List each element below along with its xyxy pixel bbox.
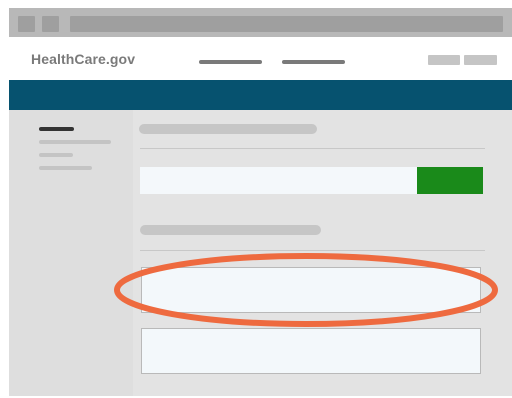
sidebar-item-2[interactable]	[39, 140, 111, 144]
section-heading-2	[140, 225, 321, 235]
divider-2	[140, 250, 485, 251]
text-field-2[interactable]	[141, 328, 481, 374]
browser-back-button[interactable]	[18, 16, 35, 32]
sidebar-item-active[interactable]	[39, 127, 74, 131]
header-button-2[interactable]	[464, 55, 497, 65]
text-field-highlighted[interactable]	[141, 267, 481, 313]
content-area	[9, 110, 512, 396]
site-header: HealthCare.gov	[9, 37, 512, 80]
header-banner	[9, 80, 512, 110]
site-logo[interactable]: HealthCare.gov	[31, 51, 135, 67]
divider-1	[140, 148, 485, 149]
address-bar[interactable]	[70, 16, 503, 32]
page: HealthCare.gov	[0, 0, 512, 398]
header-button-1[interactable]	[428, 55, 460, 65]
sidebar-item-3[interactable]	[39, 153, 73, 157]
sidebar-item-4[interactable]	[39, 166, 92, 170]
search-input[interactable]	[140, 167, 417, 194]
nav-link-2[interactable]	[282, 60, 345, 64]
browser-forward-button[interactable]	[42, 16, 59, 32]
section-heading-1	[139, 124, 317, 134]
nav-link-1[interactable]	[199, 60, 262, 64]
search-button[interactable]	[417, 167, 483, 194]
